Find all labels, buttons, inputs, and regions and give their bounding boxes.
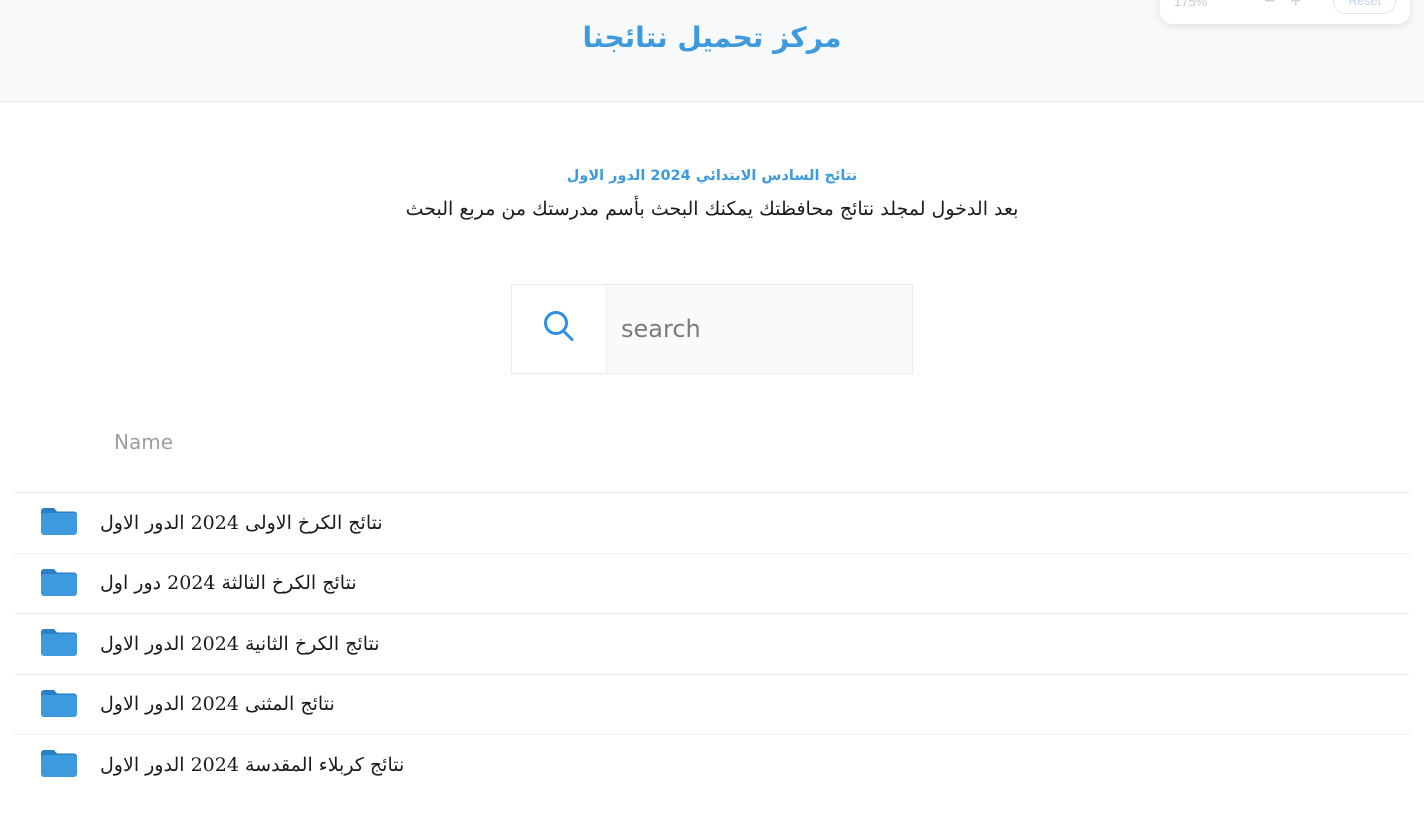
zoom-level-label: 175% [1174,0,1208,9]
search-section [0,284,1424,375]
column-header-name[interactable]: Name [0,430,1424,454]
file-name: نتائج كربلاء المقدسة 2024 الدور الاول [100,753,405,776]
folder-icon-cell [14,748,100,782]
file-name: نتائج الكرخ الثانية 2024 الدور الاول [100,632,380,655]
search-box[interactable] [511,284,935,375]
table-row[interactable]: نتائج الكرخ الثانية 2024 الدور الاول [14,613,1410,674]
table-row[interactable]: نتائج المثنى 2024 الدور الاول [14,673,1410,735]
intro-heading: نتائج السادس الابتدائي 2024 الدور الاول [566,168,858,184]
intro-block: نتائج السادس الابتدائي 2024 الدور الاول … [0,102,1424,222]
table-row[interactable]: نتائج كربلاء المقدسة 2024 الدور الاول [14,734,1410,795]
search-icon-cell[interactable] [512,285,607,374]
file-name: نتائج الكرخ الاولى 2024 الدور الاول [100,511,383,534]
zoom-reset-button[interactable]: Reset [1333,0,1396,14]
intro-subtext: بعد الدخول لمجلد نتائج محافظتك يمكنك الب… [405,197,1019,220]
file-list: نتائج الكرخ الاولى 2024 الدور الاول نتائ… [0,492,1424,795]
folder-icon [40,627,78,661]
zoom-in-button[interactable]: + [1283,0,1309,14]
folder-icon-cell [14,688,100,722]
browser-zoom-popup: 175% − + Reset [1160,0,1410,24]
folder-icon-cell [14,567,100,601]
folder-icon [40,506,78,540]
page-title: مركز تحميل نتائجنا [582,20,842,54]
list-header: Name [0,374,1424,454]
zoom-out-button[interactable]: − [1257,0,1283,14]
folder-icon [40,688,78,722]
file-name: نتائج المثنى 2024 الدور الاول [100,693,335,716]
folder-icon [40,748,78,782]
folder-icon [40,567,78,601]
search-icon [539,307,579,351]
table-row[interactable]: نتائج الكرخ الثالثة 2024 دور اول [14,552,1410,614]
folder-icon-cell [14,627,100,661]
folder-icon-cell [14,506,100,540]
table-row[interactable]: نتائج الكرخ الاولى 2024 الدور الاول [14,492,1410,553]
search-input[interactable] [607,285,935,374]
file-name: نتائج الكرخ الثالثة 2024 دور اول [100,572,357,595]
